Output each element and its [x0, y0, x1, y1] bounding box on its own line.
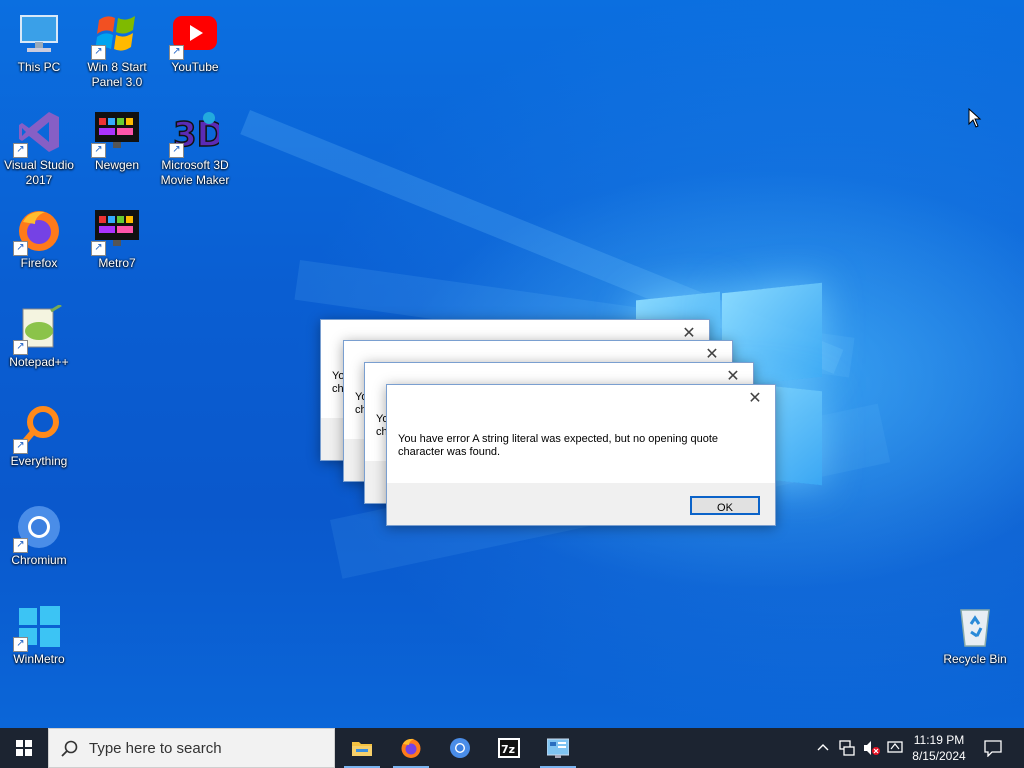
shortcut-arrow-icon: ↗	[91, 241, 106, 256]
desktop-icon-win8-start-panel[interactable]: ↗ Win 8 Start Panel 3.0	[77, 10, 157, 90]
desktop-icon-everything[interactable]: ↗ Everything	[0, 404, 79, 469]
search-box[interactable]: Type here to search	[48, 728, 335, 768]
desktop-icon-youtube[interactable]: ↗ YouTube	[155, 10, 235, 75]
windows-flag-icon: ↗	[91, 10, 141, 60]
desktop-icon-metro7[interactable]: ↗ Metro7	[77, 206, 157, 271]
clock-time: 11:19 PM	[913, 733, 965, 747]
visual-studio-icon: ↗	[13, 108, 63, 158]
shortcut-arrow-icon: ↗	[169, 143, 184, 158]
notepadpp-icon: ↗	[13, 303, 63, 355]
desktop-icon-visual-studio[interactable]: ↗ Visual Studio 2017	[0, 108, 79, 188]
taskbar-7zip[interactable]: 7z	[485, 728, 533, 768]
metro-monitor-icon: ↗	[91, 108, 141, 158]
dialog-message: You have error A string literal was expe…	[398, 433, 719, 458]
shortcut-arrow-icon: ↗	[13, 143, 28, 158]
shortcut-arrow-icon: ↗	[13, 637, 28, 652]
desktop-icon-winmetro[interactable]: ↗ WinMetro	[0, 602, 79, 667]
chromium-icon	[450, 738, 470, 758]
error-dialog-front[interactable]: ✕ You have error A string literal was ex…	[386, 384, 776, 526]
svg-text:7z: 7z	[501, 743, 515, 756]
clock[interactable]: 11:19 PM 8/15/2024	[905, 732, 973, 764]
desktop-icon-recycle-bin[interactable]: Recycle Bin	[935, 602, 1015, 667]
desktop-icon-newgen[interactable]: ↗ Newgen	[77, 108, 157, 173]
notification-icon	[984, 740, 1002, 757]
clock-date: 8/15/2024	[912, 749, 966, 763]
taskbar-file-explorer[interactable]	[338, 728, 386, 768]
taskbar-chromium[interactable]	[436, 728, 484, 768]
metro-monitor-icon: ↗	[91, 206, 141, 256]
shortcut-arrow-icon: ↗	[13, 241, 28, 256]
taskbar-firefox[interactable]	[387, 728, 435, 768]
search-icon	[61, 740, 78, 757]
close-icon[interactable]: ✕	[745, 389, 765, 409]
network-tray-button[interactable]	[836, 728, 858, 768]
desktop-icon-notepadpp[interactable]: ↗ Notepad++	[0, 303, 79, 370]
firefox-icon: ↗	[13, 206, 63, 256]
desktop-icon-this-pc[interactable]: This PC	[0, 10, 79, 75]
dialog-footer: OK	[387, 483, 775, 525]
file-explorer-icon	[352, 742, 372, 756]
windows-start-icon	[16, 740, 32, 756]
monitor-icon	[15, 10, 63, 58]
shortcut-arrow-icon: ↗	[169, 45, 184, 60]
volume-muted-icon	[864, 741, 880, 755]
chevron-up-icon	[817, 744, 829, 751]
desktop[interactable]: This PC ↗ Visual Studio 2017 ↗ Firefox ↗…	[0, 0, 1024, 728]
shortcut-arrow-icon: ↗	[13, 439, 28, 454]
mouse-cursor-icon	[968, 108, 982, 128]
desktop-icon-firefox[interactable]: ↗ Firefox	[0, 206, 79, 271]
shortcut-arrow-icon: ↗	[13, 340, 28, 355]
shortcut-arrow-icon: ↗	[91, 45, 106, 60]
shortcut-arrow-icon: ↗	[91, 143, 106, 158]
everything-search-icon: ↗	[13, 404, 63, 454]
chromium-icon: ↗	[13, 503, 63, 553]
youtube-icon: ↗	[169, 10, 219, 60]
control-panel-icon	[547, 738, 569, 758]
taskbar: Type here to search 7z 11:19 PM 8/15/202…	[0, 728, 1024, 768]
action-center-button[interactable]	[978, 728, 1008, 768]
taskbar-control-panel[interactable]	[534, 728, 582, 768]
desktop-icon-3d-movie-maker[interactable]: 3D ↗ Microsoft 3D Movie Maker	[155, 108, 235, 188]
show-hidden-icons-button[interactable]	[812, 728, 834, 768]
desktop-icon-chromium[interactable]: ↗ Chromium	[0, 503, 79, 568]
3d-movie-maker-icon: 3D ↗	[169, 108, 226, 158]
display-warning-icon	[887, 741, 903, 753]
volume-tray-button[interactable]	[860, 728, 882, 768]
7zip-icon: 7z	[498, 738, 520, 758]
network-icon	[839, 740, 855, 756]
notification-tray-button[interactable]	[884, 728, 906, 768]
windows-logo-icon: ↗	[13, 602, 63, 652]
search-placeholder: Type here to search	[89, 740, 222, 757]
ok-button[interactable]: OK	[690, 496, 760, 515]
firefox-icon	[401, 738, 421, 758]
start-button[interactable]	[0, 728, 48, 768]
recycle-bin-icon	[951, 602, 999, 650]
shortcut-arrow-icon: ↗	[13, 538, 28, 553]
